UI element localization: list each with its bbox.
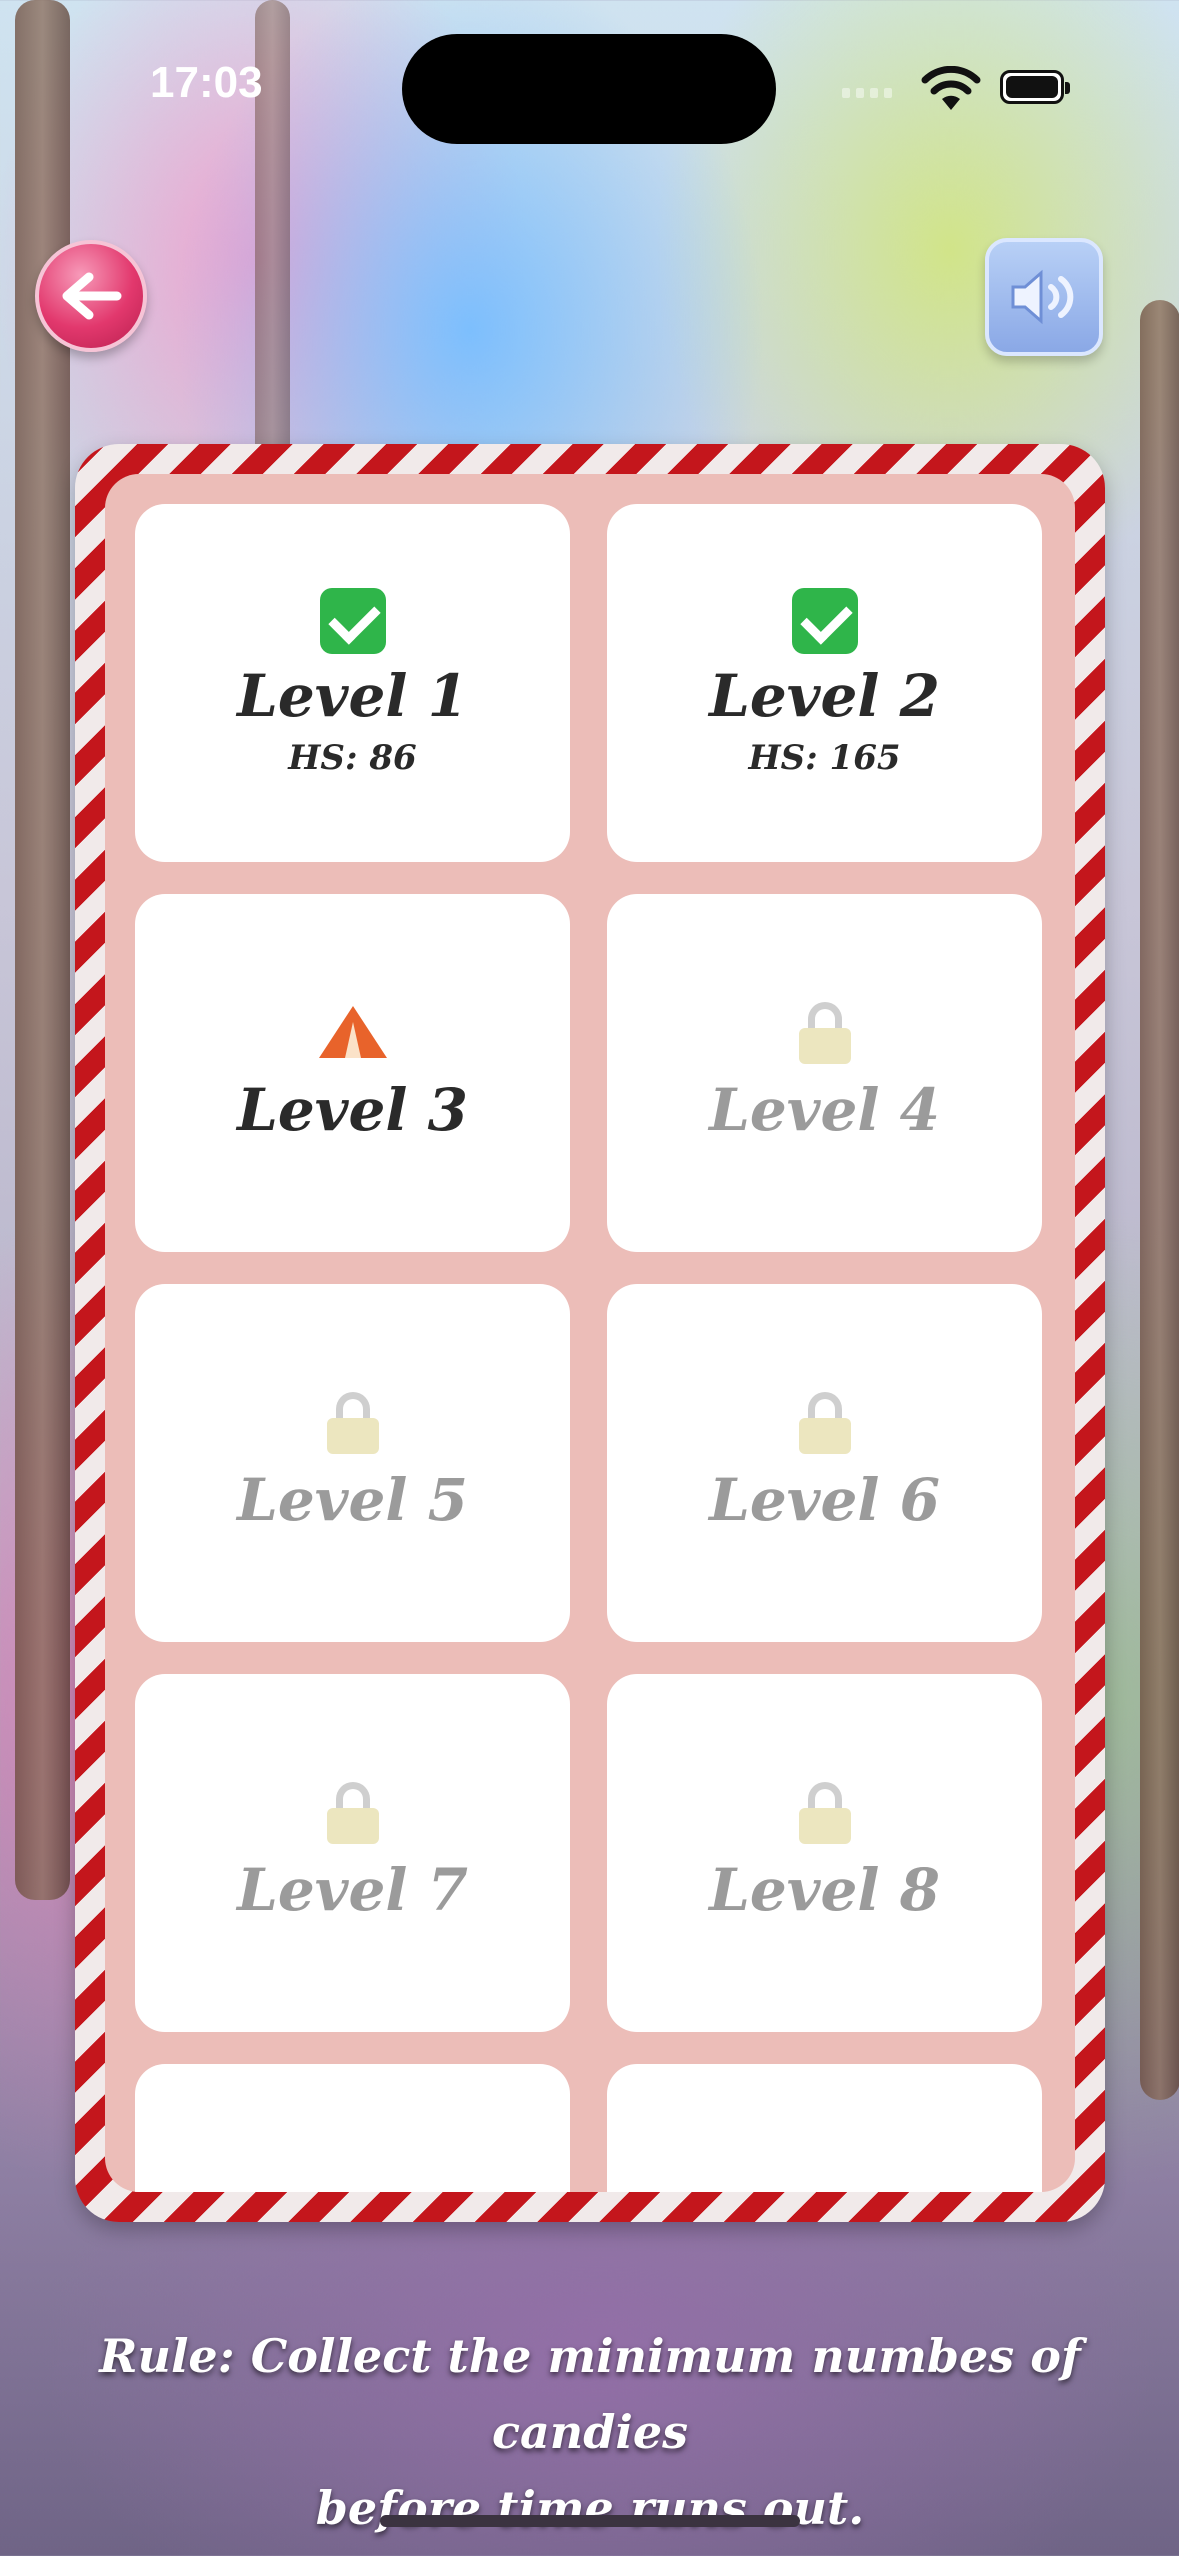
level-title: Level 4	[709, 1076, 940, 1144]
level-title: Level 6	[709, 1466, 940, 1534]
level-title: Level 1	[237, 662, 468, 730]
status-time: 17:03	[150, 58, 263, 107]
level-card-1[interactable]: Level 1 HS: 86	[135, 504, 570, 862]
check-icon	[791, 588, 858, 658]
speaker-icon	[1011, 269, 1074, 325]
rule-line-1: Rule: Collect the minimum numbes of cand…	[99, 2329, 1081, 2459]
sound-toggle-button[interactable]	[985, 238, 1103, 356]
background-tree	[1140, 300, 1179, 2100]
tent-icon	[318, 1002, 387, 1072]
level-title: Level 5	[237, 1466, 468, 1534]
level-title: Level 7	[237, 1856, 468, 1924]
lock-icon	[326, 1782, 379, 1852]
arrow-left-icon	[62, 272, 122, 320]
level-grid-panel: Level 1 HS: 86 Level 2 HS: 165 Level 3 L…	[105, 474, 1075, 2192]
lock-icon	[798, 1002, 851, 1072]
level-high-score: HS: 165	[748, 738, 901, 778]
rule-line-2: before time runs out.	[315, 2481, 865, 2535]
level-title: Level 8	[709, 1856, 940, 1924]
level-high-score: HS: 86	[288, 738, 417, 778]
wifi-icon	[921, 66, 981, 110]
game-rule-text: Rule: Collect the minimum numbes of cand…	[40, 2318, 1140, 2546]
level-title: Level 3	[237, 1076, 468, 1144]
lock-icon	[798, 1782, 851, 1852]
cellular-signal-icon	[842, 88, 892, 98]
level-card-partial[interactable]	[135, 2064, 570, 2192]
level-card-3[interactable]: Level 3	[135, 894, 570, 1252]
home-indicator[interactable]	[380, 2515, 800, 2527]
level-grid: Level 1 HS: 86 Level 2 HS: 165 Level 3 L…	[135, 504, 1045, 2192]
level-card-2[interactable]: Level 2 HS: 165	[607, 504, 1042, 862]
back-button[interactable]	[35, 240, 147, 352]
level-card-7[interactable]: Level 7	[135, 1674, 570, 2032]
level-card-partial[interactable]	[607, 2064, 1042, 2192]
level-card-8[interactable]: Level 8	[607, 1674, 1042, 2032]
check-icon	[319, 588, 386, 658]
level-card-4[interactable]: Level 4	[607, 894, 1042, 1252]
lock-icon	[326, 1392, 379, 1462]
level-card-6[interactable]: Level 6	[607, 1284, 1042, 1642]
battery-icon	[1000, 70, 1070, 104]
status-bar: 17:03	[0, 0, 1179, 150]
level-card-5[interactable]: Level 5	[135, 1284, 570, 1642]
level-title: Level 2	[709, 662, 940, 730]
lock-icon	[798, 1392, 851, 1462]
level-select-frame: Level 1 HS: 86 Level 2 HS: 165 Level 3 L…	[75, 444, 1105, 2222]
dynamic-island	[402, 34, 776, 144]
